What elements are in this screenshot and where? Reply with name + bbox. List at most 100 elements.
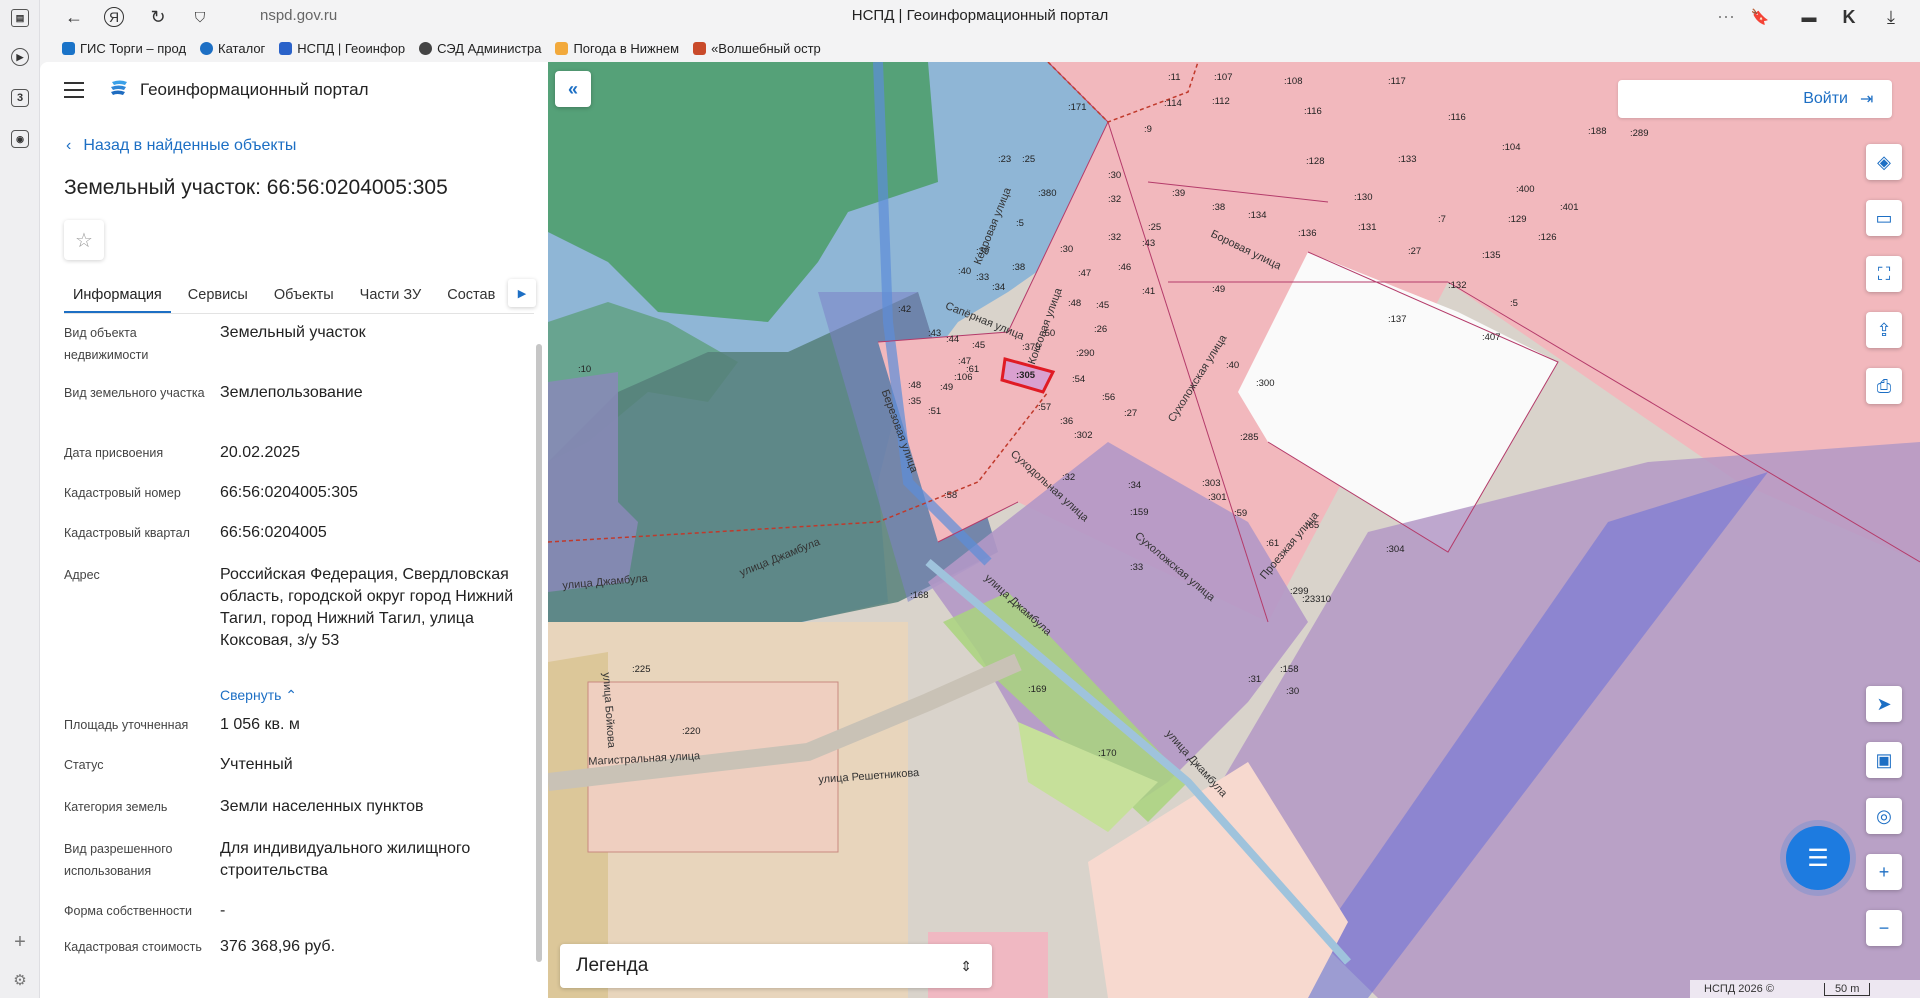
reload-icon[interactable]: ↻ <box>146 5 170 29</box>
tabs-icon[interactable]: ▤ <box>8 6 32 30</box>
menu-icon[interactable] <box>64 82 84 98</box>
bookmark-item[interactable]: «Волшебный остр <box>693 41 821 56</box>
parcel-label: :158 <box>1280 664 1299 675</box>
parcel-label: :116 <box>1448 112 1466 123</box>
layers-button[interactable]: ◈ <box>1866 144 1902 180</box>
bookmark-item[interactable]: Каталог <box>200 41 265 56</box>
parcel-label: :132 <box>1448 280 1467 291</box>
bookmark-icon[interactable]: 🔖 <box>1748 5 1772 29</box>
zoom-in-button[interactable]: + <box>1866 854 1902 890</box>
rail-badge: 3 <box>11 89 29 107</box>
more-icon[interactable]: ⋯ <box>1714 5 1738 29</box>
parcel-label: :23 <box>998 154 1012 165</box>
login-button[interactable]: Войти ⇥ <box>1618 80 1892 118</box>
parcel-label: :46 <box>1118 262 1132 273</box>
select-area-button[interactable]: ⛶ <box>1866 256 1902 292</box>
parcel-label: :31 <box>1248 674 1262 685</box>
parcel-label: :128 <box>1306 156 1325 167</box>
parcel-label: :33 <box>1130 562 1144 573</box>
bookmark-item[interactable]: ГИС Торги – прод <box>62 41 186 56</box>
parcel-label: :107 <box>1214 72 1233 83</box>
extension-icon[interactable]: K <box>1837 5 1861 29</box>
address-bar[interactable]: nspd.gov.ru <box>260 7 337 24</box>
share-button[interactable]: ⇪ <box>1866 312 1902 348</box>
parcel-label: :116 <box>1304 106 1322 117</box>
tab-composition[interactable]: Состав <box>438 278 504 313</box>
settings-icon[interactable]: ⚙ <box>8 968 32 992</box>
bookmark-item[interactable]: Погода в Нижнем <box>555 41 679 56</box>
login-icon: ⇥ <box>1860 91 1874 108</box>
parcel-label: :39 <box>1172 188 1186 199</box>
parcel-label: :170 <box>1098 748 1117 759</box>
parcel-label: :11 <box>1168 72 1181 83</box>
chat-button[interactable]: ☰ <box>1786 826 1850 890</box>
download-icon[interactable]: ⤓ <box>1879 5 1903 29</box>
select-area-icon: ⛶ <box>1877 263 1891 284</box>
bookmark-item[interactable]: НСПД | Геоинфор <box>279 41 405 56</box>
bookmark-icon <box>693 41 707 55</box>
parcel-label: :27 <box>1124 408 1138 419</box>
parcel-label: :43 <box>1142 238 1156 249</box>
info-tabs: Информация Сервисы Объекты Части ЗУ Сост… <box>64 278 534 314</box>
legend-dropdown[interactable]: Легенда ⇕ <box>560 944 992 988</box>
play-icon[interactable]: ▶ <box>8 45 32 69</box>
parcel-label: :30 <box>1060 244 1074 255</box>
parcel-label: :30 <box>1108 170 1122 181</box>
parcel-label: :104 <box>1502 142 1521 153</box>
tab-objects[interactable]: Объекты <box>265 278 343 313</box>
locate-button[interactable]: ➤ <box>1866 686 1902 722</box>
parcel-label: :134 <box>1248 210 1267 221</box>
counter-icon[interactable]: 3 <box>8 86 32 110</box>
parcel-label: :5 <box>1016 218 1024 229</box>
favorite-star-button[interactable]: ☆ <box>64 220 104 260</box>
search-location-button[interactable]: ◎ <box>1866 798 1902 834</box>
bookmark-icon <box>279 41 293 55</box>
parcel-label-selected[interactable]: :305 <box>1016 370 1035 381</box>
panel-scrollbar[interactable] <box>536 344 542 962</box>
parcel-label: :42 <box>898 304 912 315</box>
zoom-out-button[interactable]: − <box>1866 910 1902 946</box>
parcel-label: :10 <box>578 364 592 375</box>
print-button[interactable]: ⎙ <box>1866 368 1902 404</box>
parcel-label: :26 <box>1094 324 1108 335</box>
parcel-label: :7 <box>1438 214 1446 225</box>
layers-icon: ◈ <box>1877 151 1891 172</box>
chat-icon: ☰ <box>1807 844 1829 872</box>
parcel-label: :300 <box>1256 378 1275 389</box>
back-to-results-link[interactable]: ‹ Назад в найденные объекты <box>66 137 296 155</box>
ruler-button[interactable]: ▭ <box>1866 200 1902 236</box>
parcel-label: :171 <box>1068 102 1087 113</box>
collapse-address-link[interactable]: Свернуть ⌃ <box>220 684 520 706</box>
bookmark-icon <box>62 41 75 55</box>
collapse-panel-button[interactable]: « <box>555 71 591 107</box>
parcel-label: :112 <box>1212 96 1230 107</box>
minimap-button[interactable]: ▣ <box>1866 742 1902 778</box>
parcel-label: :400 <box>1516 184 1535 195</box>
minimize-icon[interactable]: ▬ <box>1797 5 1821 29</box>
bookmark-item[interactable]: СЭД Администра <box>419 41 541 56</box>
tabs-scroll-right-button[interactable]: ▶ <box>508 279 536 307</box>
parcel-label: :34 <box>1128 480 1142 491</box>
map-canvas[interactable]: :305 :42 :43 :44 :45 :47 :48 :49 :51 :50… <box>548 62 1920 998</box>
print-icon: ⎙ <box>1876 375 1892 396</box>
tab-parts[interactable]: Части ЗУ <box>351 278 431 313</box>
tab-services[interactable]: Сервисы <box>179 278 257 313</box>
camera-icon[interactable]: ◉ <box>8 127 32 151</box>
parcel-label: :43 <box>928 328 942 339</box>
parcel-label: :303 <box>1202 478 1221 489</box>
tab-info[interactable]: Информация <box>64 278 171 313</box>
browser-toolbar: ← Я ↻ ⛉ nspd.gov.ru НСПД | Геоинформацио… <box>40 0 1920 34</box>
parcel-label: :401 <box>1560 202 1579 213</box>
chevron-left-icon: ‹ <box>66 137 72 154</box>
parcel-label: :32 <box>1108 194 1122 205</box>
parcel-label: :48 <box>1068 298 1082 309</box>
back-arrow-icon[interactable]: ← <box>62 5 86 29</box>
parcel-label: :25 <box>1148 222 1162 233</box>
parcel-label: :301 <box>1208 492 1227 503</box>
parcel-label: :36 <box>1060 416 1074 427</box>
yandex-icon[interactable]: Я <box>104 7 124 27</box>
parcel-label: :49 <box>940 382 954 393</box>
add-icon[interactable]: + <box>8 930 32 954</box>
shield-icon[interactable]: ⛉ <box>188 5 212 29</box>
parcel-label: :30 <box>1286 686 1300 697</box>
